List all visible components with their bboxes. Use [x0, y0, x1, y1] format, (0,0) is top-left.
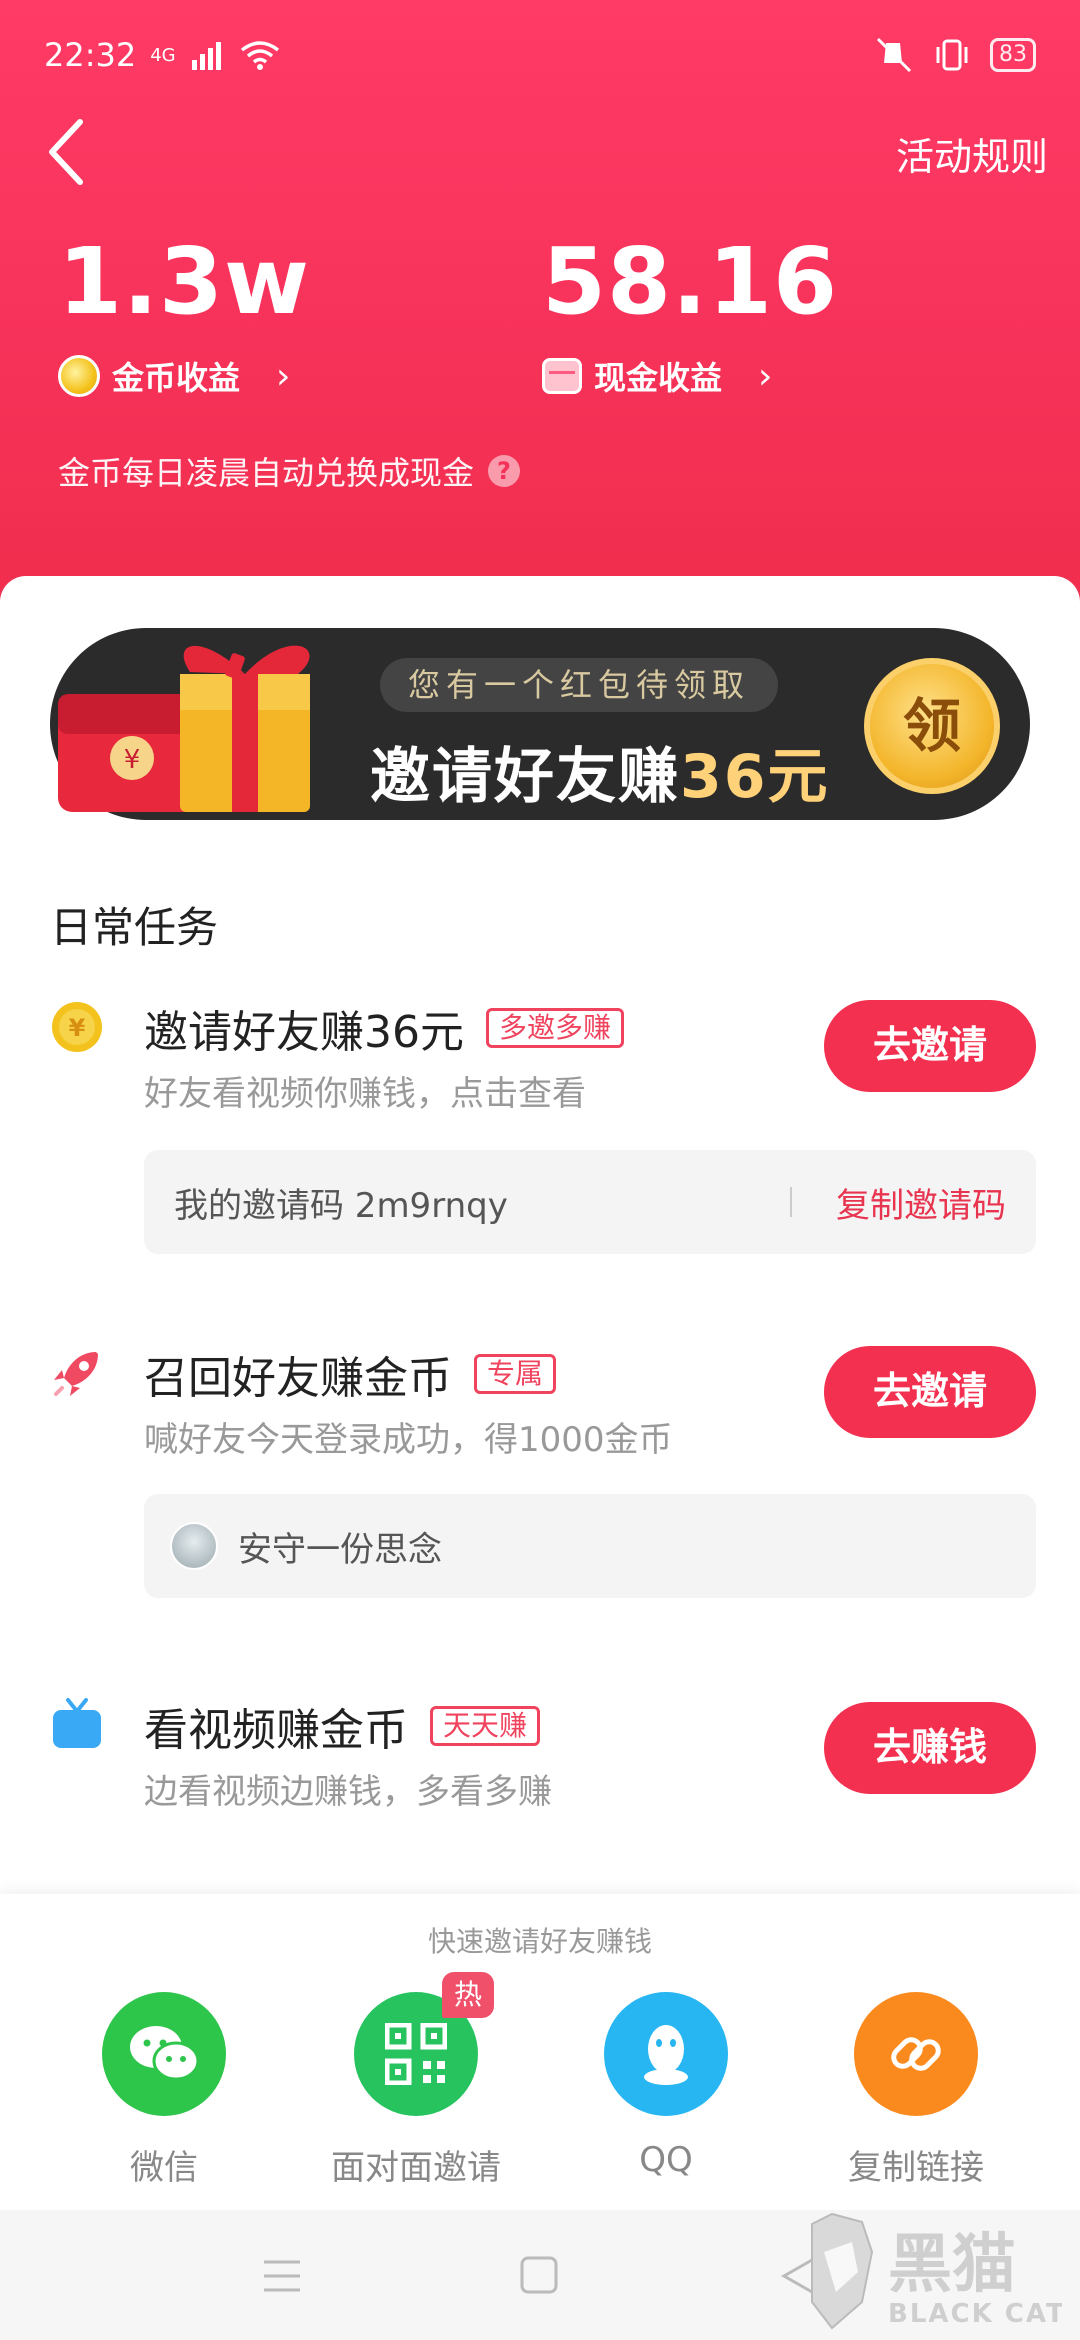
recall-invite-button[interactable]: 去邀请: [824, 1346, 1036, 1438]
task-subtitle: 喊好友今天登录成功，得1000金币: [144, 1420, 673, 1460]
header: 22:32 4G 83 活动规则 1.3w 金币收益 › 58.16 现金收益 …: [0, 0, 1080, 620]
black-cat-watermark-logo: 黑猫 BLACK CAT: [811, 2212, 1062, 2330]
hot-badge: 热: [442, 1972, 494, 2018]
exchange-note-text: 金币每日凌晨自动兑换成现金: [58, 454, 475, 492]
invite-code-box: 我的邀请码 2m9rnqy 复制邀请码: [144, 1150, 1036, 1254]
invite-code-text: 我的邀请码 2m9rnqy: [174, 1185, 508, 1226]
cash-stat[interactable]: 58.16 现金收益 ›: [542, 228, 838, 399]
banner-pill: 您有一个红包待领取: [380, 658, 779, 712]
task-title: 看视频赚金币 天天赚: [144, 1694, 541, 1758]
chevron-right-icon: ›: [758, 355, 773, 397]
back-icon[interactable]: [40, 112, 100, 192]
exchange-note: 金币每日凌晨自动兑换成现金 ?: [58, 448, 521, 494]
wifi-icon: [240, 41, 279, 70]
svg-text:黑猫: 黑猫: [888, 2228, 1016, 2302]
signal-icon: [191, 42, 221, 70]
avatar: [170, 1522, 218, 1570]
coin-stat[interactable]: 1.3w 金币收益 ›: [58, 228, 310, 399]
banner-title: 邀请好友赚36元: [370, 728, 830, 815]
mute-icon: [876, 37, 912, 73]
cash-label: 现金收益: [594, 359, 723, 397]
banner-title-text: 邀请好友赚: [370, 742, 680, 812]
task-title-text: 召回好友赚金币: [144, 1353, 452, 1404]
task-title: 邀请好友赚36元 多邀多赚: [144, 996, 625, 1060]
share-label: QQ: [639, 2140, 693, 2180]
divider: [790, 1187, 792, 1217]
section-title: 日常任务: [50, 903, 219, 952]
task-subtitle: 好友看视频你赚钱，点击查看: [144, 1074, 586, 1114]
share-label: 复制链接: [848, 2148, 984, 2188]
status-bar: 22:32 4G 83: [44, 30, 1036, 80]
share-sheet-title: 快速邀请好友赚钱: [427, 1925, 652, 1958]
share-label: 微信: [130, 2148, 198, 2188]
vibrate-icon: [936, 39, 968, 71]
svg-text:¥: ¥: [124, 745, 141, 775]
share-qq[interactable]: QQ: [556, 1992, 776, 2180]
invite-banner[interactable]: ¥ 您有一个红包待领取 邀请好友赚36元 领: [50, 628, 1030, 820]
cash-value: 58.16: [542, 228, 839, 335]
coin-icon: [58, 355, 100, 397]
coin-value: 1.3w: [58, 228, 310, 335]
network-label: 4G: [150, 44, 176, 66]
gift-box-icon: ¥: [58, 645, 310, 812]
banner-amount: 36元: [680, 742, 830, 812]
coin-icon: ¥: [52, 1002, 102, 1052]
share-sheet: 快速邀请好友赚钱 微信 热 面对面邀请 QQ 复制链接: [0, 1894, 1080, 2210]
share-label: 面对面邀请: [331, 2148, 501, 2188]
task-tag: 多邀多赚: [486, 1008, 625, 1048]
task-title-text: 看视频赚金币: [144, 1705, 408, 1756]
home-icon[interactable]: [516, 2254, 564, 2298]
task-title: 召回好友赚金币 专属: [144, 1342, 557, 1406]
battery-indicator: 83: [990, 38, 1036, 72]
friend-name: 安守一份思念: [238, 1529, 442, 1570]
earn-button[interactable]: 去赚钱: [824, 1702, 1036, 1794]
menu-icon[interactable]: [258, 2254, 306, 2298]
task-title-text: 邀请好友赚36元: [144, 1007, 464, 1058]
share-wechat[interactable]: 微信: [54, 1992, 274, 2189]
share-face-to-face[interactable]: 热 面对面邀请: [306, 1972, 526, 2189]
svg-text:¥: ¥: [69, 1014, 86, 1042]
tv-icon: [53, 1698, 101, 1748]
link-icon: [854, 1992, 978, 2116]
friend-box[interactable]: 安守一份思念: [144, 1494, 1036, 1598]
svg-text:BLACK CAT: BLACK CAT: [888, 2299, 1062, 2329]
claim-badge[interactable]: 领: [864, 658, 1000, 794]
help-icon[interactable]: ?: [488, 455, 521, 487]
qrcode-icon: 热: [354, 1972, 494, 2116]
wallet-icon: [542, 358, 582, 394]
status-time: 22:32: [44, 36, 137, 74]
coin-label: 金币收益: [112, 359, 241, 397]
activity-rules-link[interactable]: 活动规则: [896, 126, 1048, 181]
main-card: ¥ 您有一个红包待领取 邀请好友赚36元 领 日常任务 ¥ 邀请好友赚36元 多…: [0, 576, 1080, 1906]
wechat-icon: [102, 1992, 226, 2116]
invite-button[interactable]: 去邀请: [824, 1000, 1036, 1092]
rocket-icon: [54, 1352, 98, 1396]
chevron-right-icon: ›: [276, 355, 291, 397]
share-copy-link[interactable]: 复制链接: [806, 1992, 1026, 2189]
copy-code-button[interactable]: 复制邀请码: [836, 1178, 1006, 1227]
task-tag: 天天赚: [430, 1706, 541, 1746]
qq-icon: [604, 1992, 728, 2116]
task-tag: 专属: [474, 1354, 557, 1394]
task-subtitle: 边看视频边赚钱，多看多赚: [144, 1772, 552, 1812]
